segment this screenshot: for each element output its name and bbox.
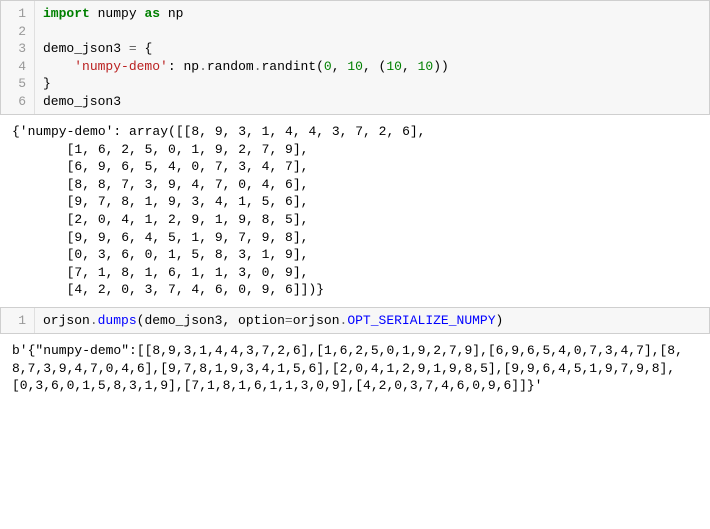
cell-output: {'numpy-demo': array([[8, 9, 3, 1, 4, 4,…: [0, 115, 710, 306]
notebook: 123456import numpy as np demo_json3 = { …: [0, 0, 710, 403]
code-line: import numpy as np: [43, 5, 701, 23]
code-line: [43, 23, 701, 41]
line-number: 2: [1, 23, 34, 41]
line-number: 1: [1, 5, 34, 23]
code-cell: 1 orjson.dumps(demo_json3, option=orjson.…: [0, 307, 710, 335]
code-line: 'numpy-demo': np.random.randint(0, 10, (…: [43, 58, 701, 76]
code-line: demo_json3 = {: [43, 40, 701, 58]
line-number-gutter: 1: [1, 308, 35, 334]
code-cell: 123456import numpy as np demo_json3 = { …: [0, 0, 710, 115]
code-body[interactable]: import numpy as np demo_json3 = { 'numpy…: [35, 1, 709, 114]
code-body[interactable]: orjson.dumps(demo_json3, option=orjson.O…: [35, 308, 709, 334]
line-number-gutter: 123456: [1, 1, 35, 114]
code-line: }: [43, 75, 701, 93]
line-number: 1: [1, 312, 34, 330]
code-line: orjson.dumps(demo_json3, option=orjson.O…: [43, 312, 701, 330]
code-line: demo_json3: [43, 93, 701, 111]
cell-output: b'{"numpy-demo":[[8,9,3,1,4,4,3,7,2,6],[…: [0, 334, 710, 403]
line-number: 5: [1, 75, 34, 93]
line-number: 6: [1, 93, 34, 111]
line-number: 3: [1, 40, 34, 58]
line-number: 4: [1, 58, 34, 76]
